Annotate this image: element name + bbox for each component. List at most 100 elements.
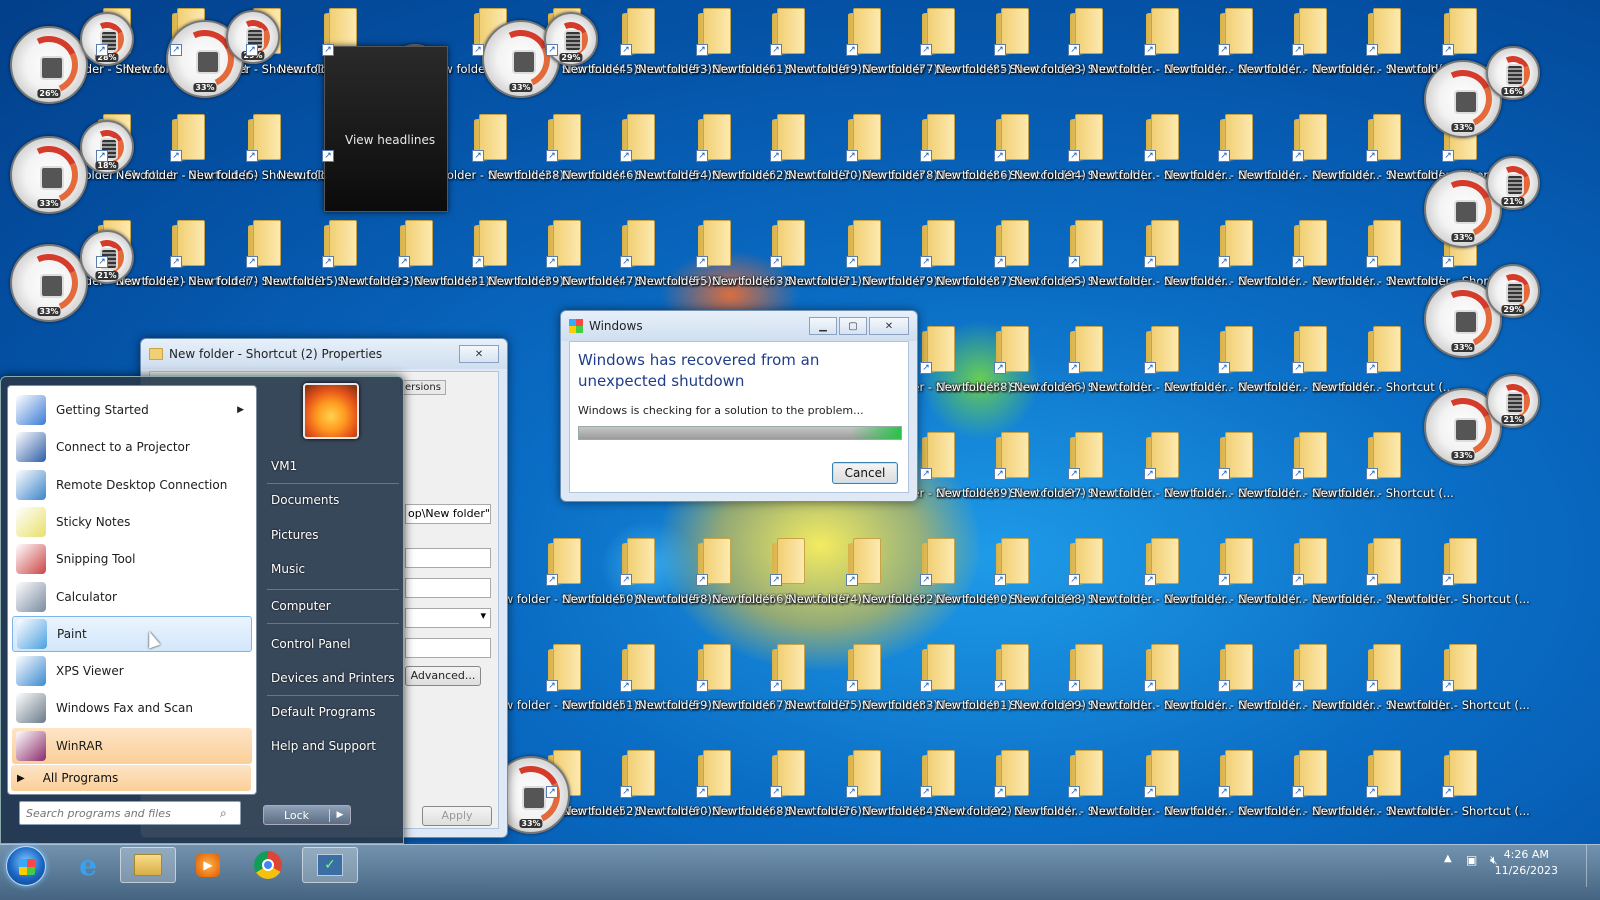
start-item-connect-to-a-projector[interactable]: Connect to a Projector	[12, 429, 252, 465]
desktop-shortcut[interactable]: ↗ New folder - Shortcut (59)	[562, 636, 712, 740]
run-select[interactable]: ▾	[405, 608, 491, 628]
desktop-shortcut[interactable]: ↗New folder - Shortcut (...	[1238, 212, 1380, 316]
desktop-shortcut[interactable]: ↗ New folder - Shortcut (66)	[638, 530, 788, 634]
desktop-shortcut[interactable]: ↗ New folder - Shortcut (95)	[936, 212, 1086, 316]
desktop-shortcut[interactable]: ↗ New folder - Shortcut (82)	[788, 530, 938, 634]
desktop-shortcut[interactable]: ↗New folder - Shortcut (...	[1014, 106, 1156, 210]
start-in-field[interactable]	[405, 548, 491, 568]
start-link-control-panel[interactable]: Control Panel	[271, 637, 351, 651]
desktop-shortcut[interactable]: ↗New folder - Shortcut (...	[1164, 0, 1306, 104]
desktop-shortcut[interactable]: ↗New folder - Shortcut (...	[940, 742, 1082, 846]
start-item-getting-started[interactable]: Getting Started ▶	[12, 392, 252, 428]
desktop-shortcut[interactable]: ↗ New folder - Shortcut (23)	[264, 212, 414, 316]
desktop-shortcut[interactable]: ↗New folder - Shortcut (...	[1312, 318, 1454, 422]
start-item-snipping-tool[interactable]: Snipping Tool	[12, 541, 252, 577]
desktop-shortcut[interactable]: ↗ New folder - Shortcut (85)	[862, 0, 1012, 104]
taskbar-chrome[interactable]	[240, 847, 296, 883]
memory-meter-icon[interactable]: 21%	[1486, 156, 1540, 210]
desktop-shortcut[interactable]: ↗New folder - Shortcut (...	[1238, 742, 1380, 846]
show-hidden-icons-icon[interactable]: ▲	[1444, 853, 1452, 864]
desktop-shortcut[interactable]: ↗New folder - Shortcut (...	[1312, 424, 1454, 528]
start-item-sticky-notes[interactable]: Sticky Notes	[12, 504, 252, 540]
memory-meter-icon[interactable]: 18%	[80, 120, 134, 174]
desktop-shortcut[interactable]: ↗New folder - Shortcut (...	[1238, 636, 1380, 740]
desktop-shortcut[interactable]: ↗New folder - Shortcut (...	[1164, 636, 1306, 740]
memory-meter-icon[interactable]: 21%	[1486, 374, 1540, 428]
cpu-meter-icon[interactable]: 33%	[10, 244, 88, 322]
apply-button[interactable]: Apply	[422, 806, 492, 826]
start-item-paint[interactable]: Paint	[12, 615, 252, 652]
lock-button[interactable]: Lock ▶	[263, 805, 351, 825]
desktop-shortcut[interactable]: ↗ New folder - Shortcut (76)	[712, 742, 862, 846]
desktop-shortcut[interactable]: ↗ New folder - Shortcut (6)	[116, 106, 258, 210]
desktop-shortcut[interactable]: ↗ New folder - Shortcut (46)	[488, 106, 638, 210]
desktop-shortcut[interactable]: ↗ New folder - Shortcut (50)	[488, 530, 638, 634]
search-icon[interactable]: ⌕	[220, 806, 227, 821]
close-icon[interactable]: ✕	[869, 317, 909, 335]
desktop-shortcut[interactable]: ↗ New folder - Shortcut (96)	[936, 318, 1086, 422]
start-link-computer[interactable]: Computer	[271, 599, 331, 613]
start-link-music[interactable]: Music	[271, 562, 305, 576]
start-item-remote-desktop-connection[interactable]: Remote Desktop Connection	[12, 467, 252, 503]
desktop-shortcut[interactable]: ↗New folder - Shortcut (...	[1312, 530, 1454, 634]
desktop-shortcut[interactable]: ↗ New folder - Shortcut (97)	[936, 424, 1086, 528]
desktop-shortcut[interactable]: ↗New folder - Shortcut (...	[1090, 742, 1232, 846]
user-avatar[interactable]	[303, 383, 359, 439]
memory-meter-icon[interactable]: 16%	[1486, 46, 1540, 100]
desktop-shortcut[interactable]: ↗New folder - Shortcut (...	[1014, 212, 1156, 316]
target-field[interactable]: op\New folder"	[405, 504, 491, 524]
start-search-box[interactable]: ⌕	[19, 801, 241, 825]
desktop-shortcut[interactable]: ↗New folder - Shortcut (...	[1388, 530, 1530, 634]
desktop-shortcut[interactable]: ↗New folder - Shortcut (...	[1388, 636, 1530, 740]
desktop-shortcut[interactable]: ↗New folder - Shortcut (...	[1312, 742, 1454, 846]
desktop-shortcut[interactable]: ↗New folder - Shortcut (...	[1312, 212, 1454, 316]
start-item-winrar[interactable]: WinRAR	[12, 727, 252, 764]
desktop-shortcut[interactable]: ↗New folder - Shortcut (...	[1014, 530, 1156, 634]
desktop-shortcut[interactable]: ↗ New folder - Shortcut (55)	[562, 212, 712, 316]
desktop-shortcut[interactable]: ↗ New folder - Shortcut (53)	[562, 0, 712, 104]
desktop-shortcut[interactable]: ↗New folder - Shortcut (...	[1014, 0, 1156, 104]
desktop-shortcut[interactable]: ↗ New folder - Shortcut (71)	[712, 212, 862, 316]
desktop-shortcut[interactable]: ↗ New folder - Shortcut (79)	[788, 212, 938, 316]
desktop-shortcut[interactable]: ↗New folder - Shortcut (...	[1238, 424, 1380, 528]
search-input[interactable]	[26, 806, 216, 820]
taskbar-task-manager[interactable]: ✓	[302, 847, 358, 883]
advanced-button[interactable]: Advanced...	[405, 666, 481, 686]
start-link-pictures[interactable]: Pictures	[271, 528, 319, 542]
desktop-shortcut[interactable]: ↗New folder - Shortcut (...	[1014, 318, 1156, 422]
cpu-meter-icon[interactable]: 26%	[10, 26, 88, 104]
start-item-xps-viewer[interactable]: XPS Viewer	[12, 653, 252, 689]
desktop-shortcut[interactable]: ↗ New folder - Shortcut (63)	[638, 212, 788, 316]
desktop-shortcut[interactable]: ↗ New folder - Shortcut (74)	[712, 530, 862, 634]
desktop-shortcut[interactable]: ↗ New folder - Shortcut (14)	[188, 106, 338, 210]
desktop-shortcut[interactable]: ↗ New folder - Shortcut (31)	[340, 212, 490, 316]
desktop-shortcut[interactable]: ↗ New folder - Shortcut (75)	[712, 636, 862, 740]
desktop-shortcut[interactable]: ↗New folder - Shortcut (...	[1014, 742, 1156, 846]
desktop-shortcut[interactable]: ↗New folder - Shortcut (...	[1312, 636, 1454, 740]
desktop-shortcut[interactable]: ↗ New folder - Shortcut (90)	[862, 530, 1012, 634]
desktop-shortcut[interactable]: ↗New folder - Shortcut (...	[1014, 424, 1156, 528]
start-link-help-and-support[interactable]: Help and Support	[271, 739, 376, 753]
desktop-shortcut[interactable]: ↗ New folder - Shortcut (84)	[788, 742, 938, 846]
desktop-shortcut[interactable]: ↗ New folder - Shortcut (61)	[638, 0, 788, 104]
desktop-shortcut[interactable]: ↗ New folder - Shortcut (60)	[562, 742, 712, 846]
desktop-shortcut[interactable]: ↗ New folder - Shortcut (99)	[936, 636, 1086, 740]
taskbar-media-player[interactable]: ▶	[180, 847, 236, 883]
close-icon[interactable]: ✕	[459, 345, 499, 363]
lock-label[interactable]: Lock	[264, 808, 330, 822]
desktop-shortcut[interactable]: ↗New folder - Shortcut (...	[1090, 424, 1232, 528]
desktop-shortcut[interactable]: ↗New folder - Shortcut (...	[1238, 318, 1380, 422]
desktop-shortcut[interactable]: ↗New folder - Shortcut (...	[1090, 318, 1232, 422]
properties-titlebar[interactable]: New folder - Shortcut (2) Properties ✕	[141, 339, 507, 369]
desktop-shortcut[interactable]: ↗ New folder - Shortcut (38)	[414, 106, 564, 210]
desktop-shortcut[interactable]: ↗ New folder - Shortcut (93)	[936, 0, 1086, 104]
view-headlines-label[interactable]: View headlines	[345, 133, 435, 147]
system-clock[interactable]: 4:26 AM 11/26/2023	[1495, 847, 1558, 879]
desktop-shortcut[interactable]: ↗ New folder - Shortcut (68)	[638, 742, 788, 846]
tab-previous-versions[interactable]: ersions	[400, 380, 446, 395]
desktop-shortcut[interactable]: ↗New folder - Shortcut (...	[1164, 318, 1306, 422]
show-desktop-button[interactable]	[1586, 845, 1600, 887]
minimize-icon[interactable]: ▁	[809, 317, 837, 335]
desktop-shortcut[interactable]: ↗ New folder - Shortcut (94)	[936, 106, 1086, 210]
desktop-shortcut[interactable]: ↗ New folder - Shortcut (62)	[638, 106, 788, 210]
